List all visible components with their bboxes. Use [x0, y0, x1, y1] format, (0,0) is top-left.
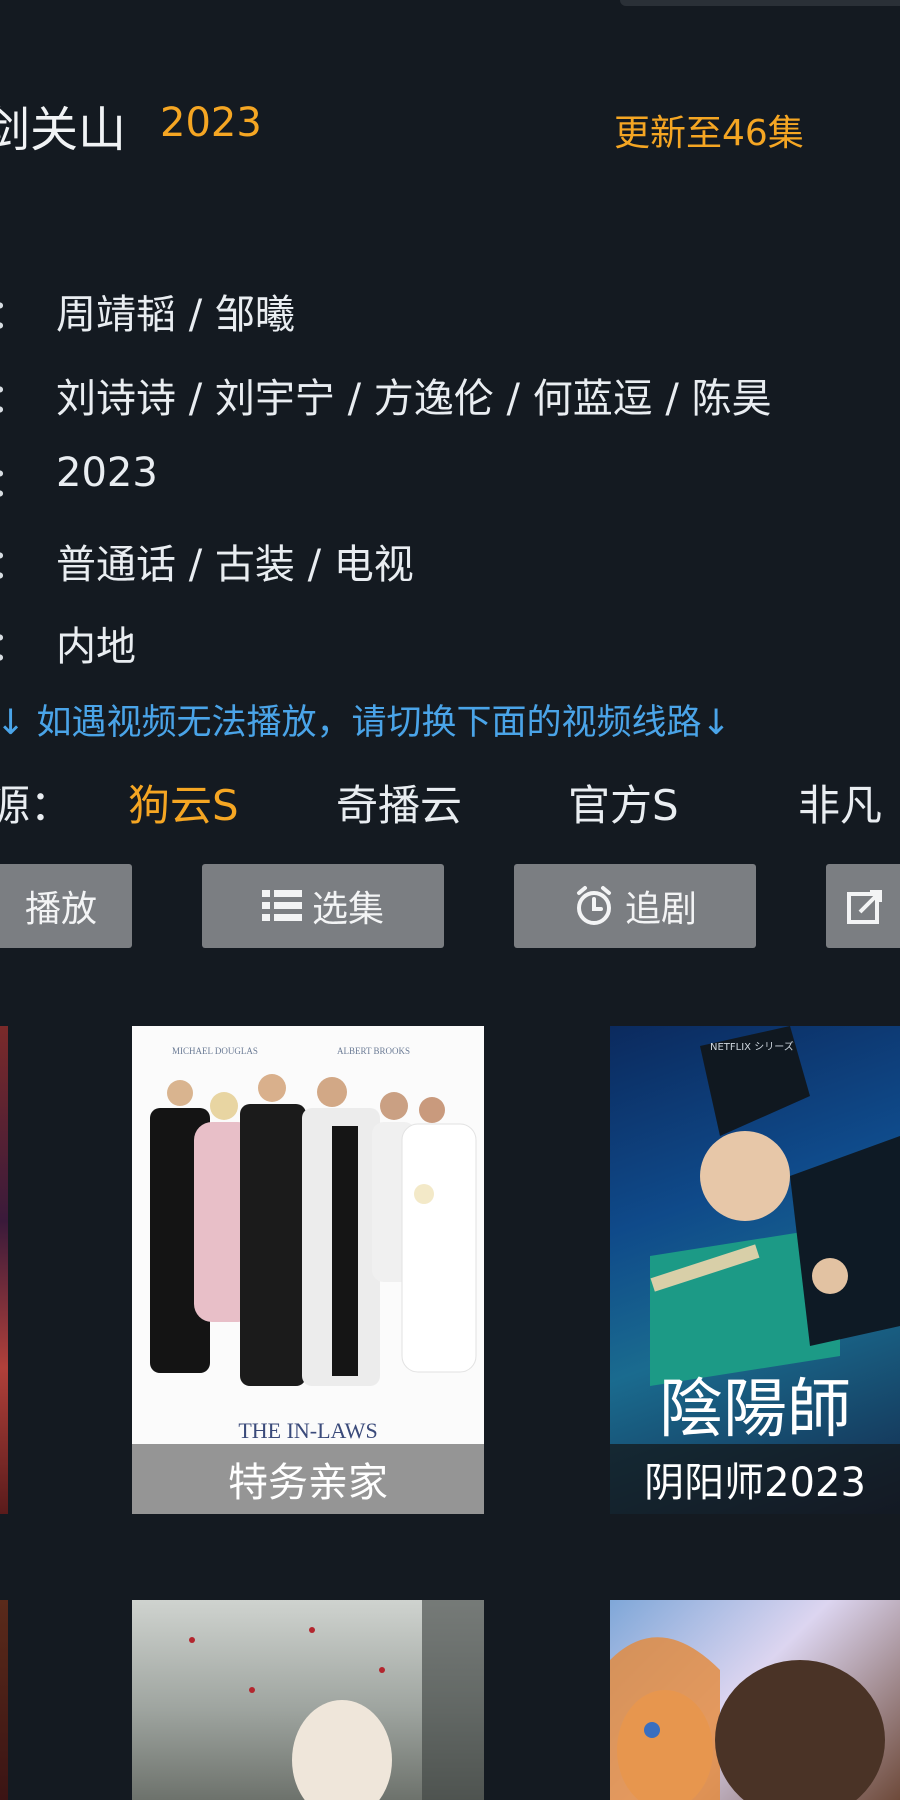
poster-art — [189, 1600, 484, 1800]
episodes-button-label: 选集 — [311, 889, 384, 930]
info-label-colon: ： — [0, 614, 30, 672]
playback-notice: ↓ 如遇视频无法播放，请切换下面的视频线路↓ — [0, 703, 731, 743]
poster-card[interactable] — [0, 1600, 8, 1800]
follow-button[interactable]: 追剧 — [514, 864, 756, 948]
info-label-colon: ： — [0, 532, 30, 590]
share-button[interactable] — [826, 864, 900, 948]
poster-card[interactable] — [610, 1600, 900, 1800]
source-item-official[interactable]: 官方S — [568, 772, 679, 833]
info-value-year: 2023 — [56, 450, 158, 496]
poster-art: MICHAEL DOUGLAS ALBERT BROOKS THE IN-LAW… — [132, 1026, 484, 1514]
poster-art — [610, 1637, 885, 1800]
source-item-gouyun[interactable]: 狗云S — [128, 772, 239, 833]
source-label: 源： — [0, 781, 73, 830]
poster-art: NETFLIX シリーズ 陰陽師 — [650, 1026, 900, 1447]
info-label-colon: ： — [0, 282, 30, 340]
share-icon — [846, 886, 886, 926]
poster-art-title: 陰陽師 — [659, 1373, 851, 1447]
alarm-clock-icon — [573, 885, 615, 927]
detail-page: 剑关山 2023 更新至46集 ： 周靖韬 / 邹曦 ： 刘诗诗 / 刘宇宁 /… — [0, 0, 900, 1800]
top-edge — [0, 0, 900, 8]
play-button[interactable]: 播放 — [0, 864, 132, 948]
poster-top-text: NETFLIX シリーズ — [710, 1040, 794, 1053]
poster-card-onmyoji[interactable]: NETFLIX シリーズ 陰陽師 阴阳师2023 — [610, 1026, 900, 1514]
poster-top-text-left: MICHAEL DOUGLAS — [172, 1046, 258, 1056]
poster-caption: 特务亲家 — [132, 1444, 484, 1514]
show-title: 剑关山 — [0, 102, 127, 158]
poster-top-text-right: ALBERT BROOKS — [337, 1046, 410, 1056]
follow-button-label: 追剧 — [624, 889, 697, 930]
info-value-region: 内地 — [56, 624, 136, 670]
poster-card[interactable] — [0, 1026, 8, 1514]
info-value-director: 周靖韬 / 邹曦 — [56, 292, 295, 338]
list-icon — [261, 888, 302, 924]
source-item-qibo[interactable]: 奇播云 — [336, 772, 462, 833]
poster-card[interactable] — [132, 1600, 484, 1800]
source-item-feifan[interactable]: 非凡 — [798, 772, 882, 833]
info-label-colon: ： — [0, 366, 30, 424]
info-value-genre: 普通话 / 古装 / 电视 — [56, 542, 414, 588]
info-label-colon: ： — [0, 450, 30, 508]
episodes-button[interactable]: 选集 — [202, 864, 444, 948]
poster-movie-title: THE IN-LAWS — [238, 1418, 377, 1443]
info-value-cast: 刘诗诗 / 刘宇宁 / 方逸伦 / 何蓝逗 / 陈昊 — [56, 376, 772, 422]
play-button-label: 播放 — [24, 889, 97, 930]
poster-caption: 阴阳师2023 — [610, 1444, 900, 1514]
top-tab-strip — [620, 0, 900, 6]
poster-card-in-laws[interactable]: MICHAEL DOUGLAS ALBERT BROOKS THE IN-LAW… — [132, 1026, 484, 1514]
update-status: 更新至46集 — [614, 113, 804, 154]
show-year: 2023 — [160, 100, 262, 146]
